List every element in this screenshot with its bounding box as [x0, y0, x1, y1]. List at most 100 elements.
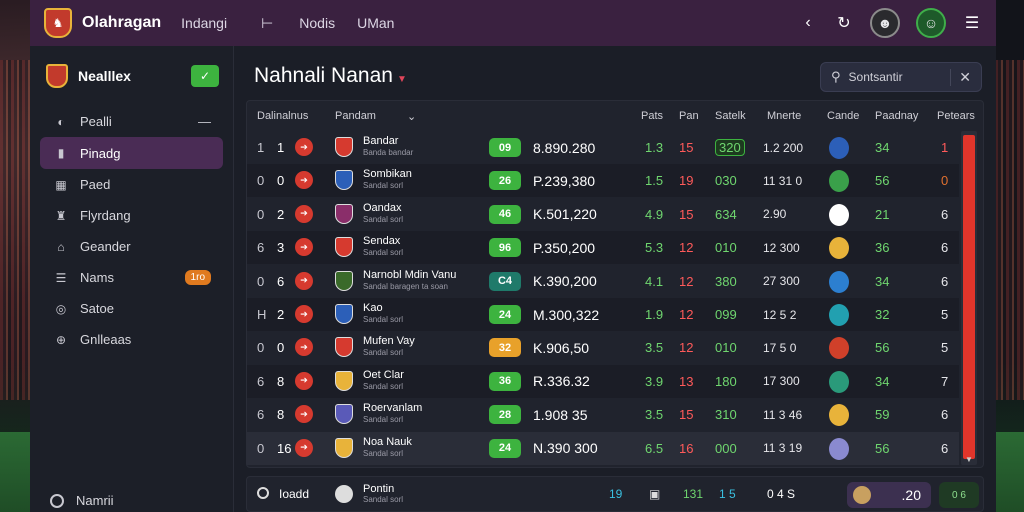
team-crest-icon: [335, 170, 353, 191]
team-name-cell[interactable]: Noa Nauk Sandal sorl: [363, 436, 412, 459]
sidebar-toggle-button[interactable]: ✓: [191, 65, 219, 87]
club-crest-icon[interactable]: ♞: [44, 8, 72, 38]
chevron-down-icon[interactable]: ▼: [397, 74, 407, 85]
sidebar-footer[interactable]: Namrii: [50, 493, 114, 508]
mnerte-cell: 2.90: [763, 207, 787, 222]
close-icon[interactable]: ✕: [950, 68, 971, 86]
team-name-cell[interactable]: Kao Sandal sorl: [363, 302, 403, 325]
collapse-icon[interactable]: —: [198, 114, 211, 129]
paadnay-cell: 32: [875, 307, 890, 322]
opponent-shield-icon: [829, 437, 849, 460]
pan-cell: 15: [679, 140, 694, 155]
satelk-cell: 099: [715, 307, 737, 322]
team-name-cell[interactable]: Oandax Sandal sorl: [363, 202, 403, 225]
team-name: Sendax: [363, 235, 401, 248]
pan-cell: 12: [679, 240, 694, 256]
refresh-icon[interactable]: ↻: [834, 13, 854, 33]
grid-icon[interactable]: ▣: [649, 487, 660, 501]
col-header[interactable]: Petears: [937, 110, 975, 122]
col-header[interactable]: Mnerte: [767, 110, 801, 122]
paadnay-cell: 59: [875, 407, 890, 423]
chevron-down-icon[interactable]: ⌄: [407, 110, 416, 123]
row-position: 8: [277, 373, 285, 389]
rating-pill: 96: [489, 238, 521, 258]
col-header[interactable]: Paadnay: [875, 110, 918, 122]
satelk-cell: 320: [715, 139, 745, 156]
sidebar-header: Nealllex ✓: [30, 46, 233, 106]
team-name-cell[interactable]: Oet Clar Sandal sorl: [363, 369, 404, 392]
col-header[interactable]: Pan: [679, 110, 699, 122]
sidebar-item-label: Nams: [80, 270, 114, 285]
sidebar-item-8[interactable]: ⊕ Gnlleaas: [40, 324, 223, 355]
sidebar-item-2[interactable]: ▮ Pinadg: [40, 137, 223, 169]
footer-stat-3: 1 5: [719, 487, 736, 501]
mnerte-cell: 17 5 0: [763, 340, 797, 355]
scroll-down-icon[interactable]: ▼: [963, 455, 975, 465]
search-input[interactable]: Sontsantir: [849, 70, 903, 84]
table-row[interactable]: 0 0 ➔ Mufen Vay Sandal sorl 32 K.906,50 …: [247, 331, 959, 364]
player-avatar-icon[interactable]: ☺: [916, 8, 946, 38]
team-name-cell[interactable]: Bandar Banda bandar: [363, 135, 413, 158]
sidebar-item-5[interactable]: ⌂ Geander: [40, 231, 223, 262]
pts-cell: 1.9: [645, 307, 664, 322]
sidebar-title: Nealllex: [78, 68, 131, 84]
share-icon[interactable]: ‹: [798, 13, 818, 33]
team-name-cell[interactable]: Narnobl Mdin Vanu Sandal baragen ta soan: [363, 269, 456, 292]
nav-link-2[interactable]: Nodis: [299, 15, 335, 31]
sidebar-item-4[interactable]: ♜ Flyrdang: [40, 200, 223, 231]
pts-cell: 1.3: [645, 140, 664, 155]
col-header[interactable]: Dalinalnus: [257, 110, 308, 122]
table-row[interactable]: 6 8 ➔ Roervanlam Sandal sorl 28 1.908 35…: [247, 398, 959, 431]
team-crest-icon: [335, 270, 353, 291]
paadnay-cell: 34: [875, 140, 890, 155]
value-cell: R.336.32: [533, 373, 590, 390]
status-dot-icon: ➔: [295, 405, 313, 424]
search-box[interactable]: ⚲ Sontsantir ✕: [820, 62, 982, 92]
pts-cell: 4.9: [645, 206, 664, 222]
mnerte-cell: 11 3 19: [763, 441, 803, 456]
sidebar-item-7[interactable]: ◎ Satoe: [40, 293, 223, 324]
table-row[interactable]: 0 2 ➔ Oandax Sandal sorl 46 K.501,220 4.…: [247, 198, 959, 231]
table-row[interactable]: H 2 ➔ Kao Sandal sorl 24 M.300,322 1.9 1…: [247, 298, 959, 331]
team-name-cell[interactable]: Roervanlam Sandal sorl: [363, 402, 422, 425]
team-name-cell[interactable]: Sendax Sandal sorl: [363, 235, 403, 258]
team-name-cell[interactable]: Sombikan Sandal sorl: [363, 168, 412, 191]
team-subtitle: Sandal sorl: [363, 315, 404, 324]
petears-cell: 6: [941, 206, 949, 222]
table-row[interactable]: 6 3 ➔ Sendax Sandal sorl 96 P.350,200 5.…: [247, 231, 959, 265]
opponent-shield-icon: [829, 337, 849, 360]
footer-team-badge-icon: [335, 485, 353, 503]
menu-icon[interactable]: ☰: [962, 13, 982, 33]
mnerte-cell: 17 300: [763, 374, 800, 389]
table-row[interactable]: 6 8 ➔ Oet Clar Sandal sorl 36 R.336.32 3…: [247, 364, 959, 398]
score-button[interactable]: .20: [847, 482, 931, 508]
manager-avatar-icon[interactable]: ☻: [870, 8, 900, 38]
team-name-cell[interactable]: Mufen Vay Sandal sorl: [363, 335, 415, 358]
col-header[interactable]: Pandam: [335, 110, 376, 122]
flag-icon[interactable]: ⊢: [261, 15, 273, 32]
table-row[interactable]: 0 0 ➔ Sombikan Sandal sorl 26 P.239,380 …: [247, 164, 959, 198]
table-row[interactable]: 0 6 ➔ Narnobl Mdin Vanu Sandal baragen t…: [247, 265, 959, 298]
opponent-shield-icon: [829, 270, 849, 293]
pan-cell: 12: [679, 340, 694, 356]
sidebar-item-6[interactable]: ☰ Nams 1ro: [40, 262, 223, 293]
col-header[interactable]: Cande: [827, 110, 859, 122]
col-header[interactable]: Pats: [641, 110, 663, 122]
nav-link-3[interactable]: UMan: [357, 15, 394, 31]
scrollbar-thumb[interactable]: [963, 135, 975, 459]
status-dot-icon: ➔: [295, 204, 313, 223]
col-header[interactable]: Satelk: [715, 110, 746, 122]
table-row[interactable]: 0 16 ➔ Noa Nauk Sandal sorl 24 N.390 300…: [247, 431, 959, 465]
rating-pill: 26: [489, 171, 521, 191]
page-title[interactable]: Nahnali Nanan ▼: [254, 64, 407, 88]
status-button[interactable]: 0 6: [939, 482, 979, 508]
league-table: Dalinalnus Pandam ⌄ Pats Pan Satelk Mner…: [246, 100, 984, 468]
status-dot-icon: ➔: [295, 371, 313, 390]
scrollbar[interactable]: ▼: [961, 131, 977, 465]
table-row[interactable]: 1 1 ➔ Bandar Banda bandar 09 8.890.280 1…: [247, 131, 959, 164]
sidebar-item-3[interactable]: ▦ Paed: [40, 169, 223, 200]
sidebar-item-1[interactable]: ◐ Pealli —: [40, 106, 223, 137]
nav-link-1[interactable]: Indangi: [181, 15, 227, 31]
satelk-cell: 030: [715, 173, 737, 189]
brand-name[interactable]: Olahragan: [82, 14, 161, 32]
